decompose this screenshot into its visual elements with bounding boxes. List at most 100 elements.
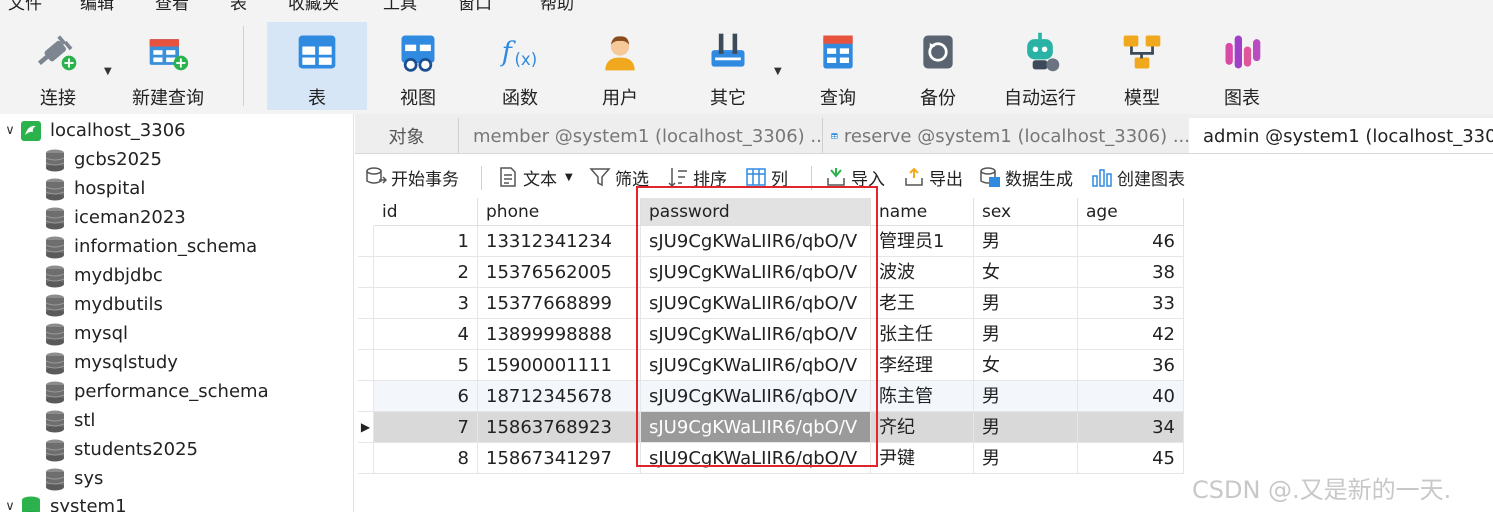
row-selector[interactable]	[358, 350, 374, 381]
row-selector[interactable]	[358, 257, 374, 288]
cell-age[interactable]: 33	[1078, 288, 1184, 319]
cell-sex[interactable]: 女	[974, 257, 1078, 288]
column-header-phone[interactable]: phone	[478, 198, 641, 226]
cell-name[interactable]: 张主任	[871, 319, 974, 350]
cell-id[interactable]: 3	[374, 288, 478, 319]
tab-admin[interactable]: admin @system1 (localhost_3306)	[1189, 118, 1493, 153]
cell-sex[interactable]: 男	[974, 319, 1078, 350]
menu-tools[interactable]: 工具	[383, 0, 417, 14]
menu-edit[interactable]: 编辑	[80, 0, 114, 14]
tree-db-item[interactable]: gcbs2025	[44, 145, 162, 174]
tab-member[interactable]: member @system1 (localhost_3306) ...	[459, 118, 823, 153]
tree-db-item[interactable]: hospital	[44, 174, 145, 203]
tree-db-item[interactable]: students2025	[44, 435, 198, 464]
cell-age[interactable]: 40	[1078, 381, 1184, 412]
cell-phone[interactable]: 15377668899	[478, 288, 641, 319]
cell-phone[interactable]: 15376562005	[478, 257, 641, 288]
menu-window[interactable]: 窗口	[458, 0, 492, 14]
cell-name[interactable]: 波波	[871, 257, 974, 288]
cell-name[interactable]: 管理员1	[871, 226, 974, 257]
text-button[interactable]: 文本 ▼	[497, 164, 573, 190]
tree-db-item[interactable]: information_schema	[44, 232, 257, 261]
cell-age[interactable]: 34	[1078, 412, 1184, 443]
column-header-name[interactable]: name	[871, 198, 974, 226]
export-button[interactable]: 导出	[903, 164, 963, 190]
menu-help[interactable]: 帮助	[540, 0, 574, 14]
cell-name[interactable]: 陈主管	[871, 381, 974, 412]
cell-id[interactable]: 5	[374, 350, 478, 381]
menu-favorites[interactable]: 收藏夹	[288, 0, 339, 14]
row-selector[interactable]	[358, 288, 374, 319]
query-button[interactable]: 查询	[796, 22, 880, 110]
cell-age[interactable]: 36	[1078, 350, 1184, 381]
cell-id[interactable]: 1	[374, 226, 478, 257]
cell-phone[interactable]: 15867341297	[478, 443, 641, 474]
text-dropdown-icon[interactable]: ▼	[565, 172, 573, 183]
begin-transaction-button[interactable]: 开始事务	[365, 164, 459, 190]
tab-objects[interactable]: 对象	[355, 118, 459, 153]
cell-name[interactable]: 李经理	[871, 350, 974, 381]
function-button[interactable]: f (x) 函数	[474, 22, 566, 110]
row-selector[interactable]	[358, 443, 374, 474]
collapse-icon[interactable]: ∨	[0, 123, 20, 138]
automation-button[interactable]: 自动运行	[998, 22, 1082, 110]
cell-sex[interactable]: 男	[974, 443, 1078, 474]
cell-phone[interactable]: 13899998888	[478, 319, 641, 350]
tab-reserve[interactable]: reserve @system1 (localhost_3306) ...	[823, 118, 1191, 153]
cell-phone[interactable]: 15900001111	[478, 350, 641, 381]
cell-phone[interactable]: 13312341234	[478, 226, 641, 257]
cell-phone[interactable]: 15863768923	[478, 412, 641, 443]
cell-age[interactable]: 46	[1078, 226, 1184, 257]
cell-name[interactable]: 尹键	[871, 443, 974, 474]
cell-id[interactable]: 8	[374, 443, 478, 474]
cell-id[interactable]: 7	[374, 412, 478, 443]
data-generation-button[interactable]: 数据生成	[979, 164, 1073, 190]
cell-name[interactable]: 齐纪	[871, 412, 974, 443]
cell-sex[interactable]: 女	[974, 350, 1078, 381]
cell-id[interactable]: 2	[374, 257, 478, 288]
user-button[interactable]: 用户	[574, 22, 666, 110]
connect-button[interactable]: 连接	[14, 22, 102, 110]
tree-db-item[interactable]: stl	[44, 406, 95, 435]
current-row-indicator[interactable]: ▶	[358, 412, 374, 443]
tree-connection[interactable]: ∨ localhost_3306	[0, 116, 185, 145]
other-dropdown-icon[interactable]: ▼	[774, 66, 782, 77]
cell-age[interactable]: 42	[1078, 319, 1184, 350]
row-selector[interactable]	[358, 381, 374, 412]
column-header-id[interactable]: id	[374, 198, 478, 226]
cell-name[interactable]: 老王	[871, 288, 974, 319]
tree-db-item[interactable]: mysql	[44, 319, 128, 348]
tree-db-item[interactable]: iceman2023	[44, 203, 186, 232]
menu-table[interactable]: 表	[230, 0, 247, 14]
table-button[interactable]: 表	[267, 22, 367, 110]
cell-age[interactable]: 38	[1078, 257, 1184, 288]
create-chart-button[interactable]: 创建图表	[1091, 164, 1185, 190]
menu-file[interactable]: 文件	[8, 0, 42, 14]
cell-id[interactable]: 4	[374, 319, 478, 350]
cell-sex[interactable]: 男	[974, 381, 1078, 412]
tree-db-system1[interactable]: ∨ system1	[0, 492, 127, 512]
tree-db-item[interactable]: sys	[44, 464, 103, 493]
collapse-icon[interactable]: ∨	[0, 499, 20, 512]
cell-phone[interactable]: 18712345678	[478, 381, 641, 412]
cell-sex[interactable]: 男	[974, 288, 1078, 319]
cell-age[interactable]: 45	[1078, 443, 1184, 474]
chart-button[interactable]: 图表	[1200, 22, 1284, 110]
view-button[interactable]: 视图	[372, 22, 464, 110]
tree-db-item[interactable]: performance_schema	[44, 377, 269, 406]
tree-db-item[interactable]: mydbutils	[44, 290, 163, 319]
row-selector[interactable]	[358, 319, 374, 350]
backup-button[interactable]: 备份	[894, 22, 982, 110]
new-query-button[interactable]: 新建查询	[126, 22, 210, 110]
menu-view[interactable]: 查看	[155, 0, 189, 14]
cell-sex[interactable]: 男	[974, 412, 1078, 443]
connect-dropdown-icon[interactable]: ▼	[104, 66, 112, 77]
tree-db-item[interactable]: mydbjdbc	[44, 261, 163, 290]
tree-db-item[interactable]: mysqlstudy	[44, 348, 178, 377]
cell-id[interactable]: 6	[374, 381, 478, 412]
row-selector[interactable]	[358, 226, 374, 257]
column-header-sex[interactable]: sex	[974, 198, 1078, 226]
column-header-age[interactable]: age	[1078, 198, 1184, 226]
other-button[interactable]: 其它	[684, 22, 772, 110]
cell-sex[interactable]: 男	[974, 226, 1078, 257]
